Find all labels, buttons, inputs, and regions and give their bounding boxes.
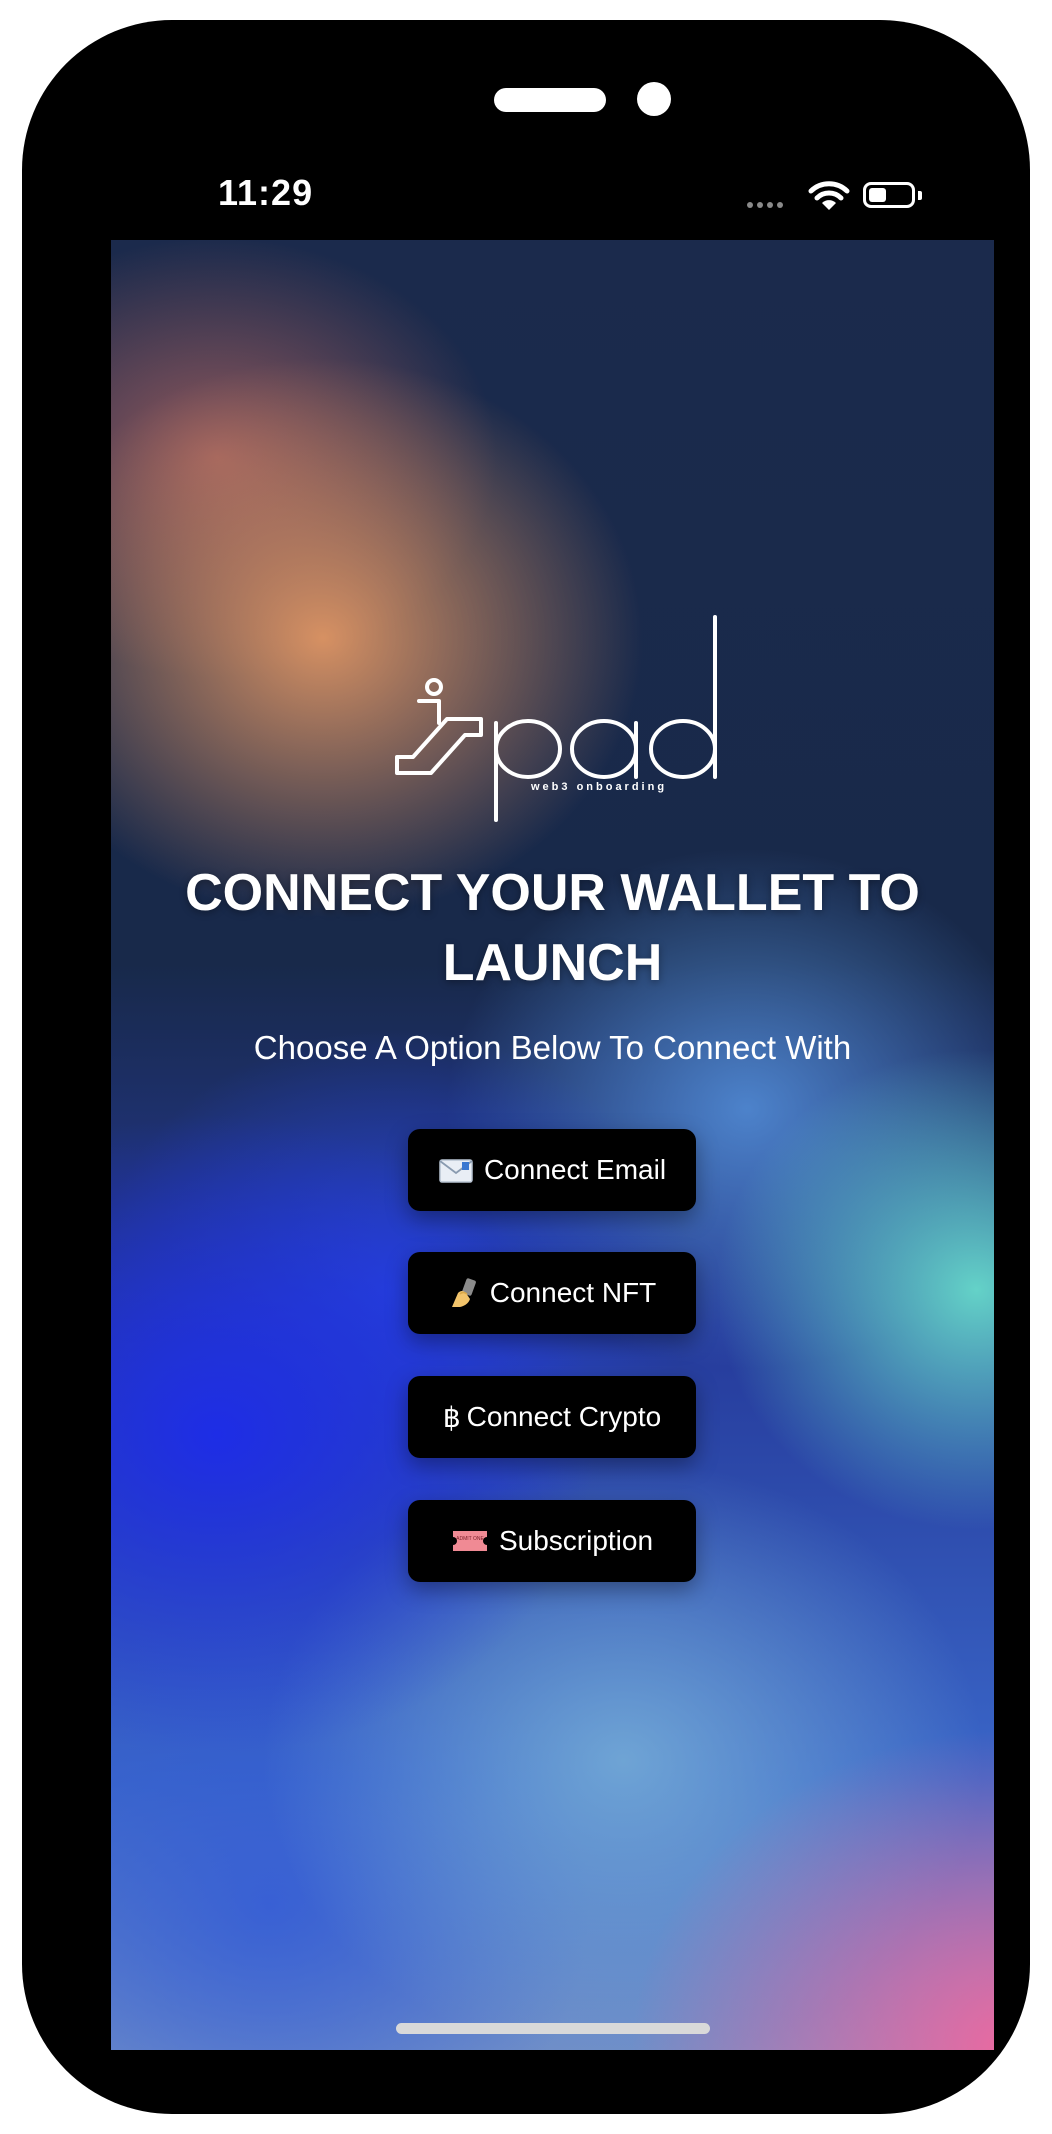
subscription-button[interactable]: ADMIT ONE Subscription — [408, 1500, 696, 1582]
subscription-label: Subscription — [498, 1525, 654, 1556]
connect-crypto-label: Connect Crypto — [466, 1401, 662, 1432]
ticket-admit-text: ADMIT ONE — [456, 1536, 484, 1542]
page-title: CONNECT YOUR WALLET TO LAUNCH — [131, 858, 974, 998]
cellular-signal-icon — [747, 202, 787, 208]
speaker-grille — [494, 88, 606, 112]
phone-frame: 11:29 web3 onboarding CONNECT YOUR WALLE… — [22, 20, 1030, 2114]
page-title-line-1: CONNECT YOUR WALLET TO — [185, 864, 920, 922]
ticket-icon: ADMIT ONE — [451, 1528, 489, 1554]
wifi-icon — [808, 181, 850, 210]
home-indicator[interactable] — [396, 2023, 710, 2034]
nft-hand-icon — [448, 1277, 480, 1309]
connect-email-label: Connect Email — [483, 1154, 667, 1185]
page-title-line-2: LAUNCH — [442, 934, 663, 992]
connect-crypto-button[interactable]: ฿ Connect Crypto — [408, 1376, 696, 1458]
logo-tagline: web3 onboarding — [531, 781, 668, 793]
battery-tip — [918, 191, 922, 200]
status-bar-indicators — [747, 178, 927, 214]
email-envelope-icon — [438, 1156, 474, 1184]
status-bar-time: 11:29 — [218, 172, 314, 213]
connect-email-button[interactable]: Connect Email — [408, 1129, 696, 1211]
battery-icon — [863, 182, 915, 208]
connect-nft-label: Connect NFT — [489, 1277, 657, 1308]
pad-logo — [395, 615, 717, 822]
baht-currency-icon: ฿ — [442, 1401, 461, 1433]
front-camera — [637, 82, 671, 116]
app-screen: web3 onboarding CONNECT YOUR WALLET TO L… — [111, 240, 994, 2050]
page-subtitle: Choose A Option Below To Connect With — [253, 1029, 852, 1066]
connect-nft-button[interactable]: Connect NFT — [408, 1252, 696, 1334]
